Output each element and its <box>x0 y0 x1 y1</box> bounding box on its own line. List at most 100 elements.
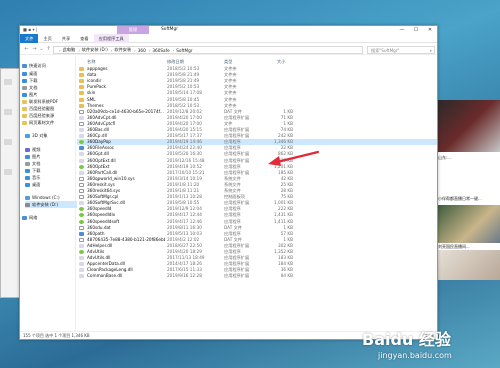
nav-item-label: 3D 对象 <box>32 133 48 138</box>
nav-item-icon <box>25 134 30 138</box>
search-icon[interactable]: ⌕ <box>430 47 432 54</box>
column-size[interactable]: 大小 <box>277 58 285 65</box>
chevron-right-icon: › <box>172 47 175 53</box>
window-title: SoftMgr <box>161 27 179 32</box>
breadcrumb-segment[interactable]: 360Safe <box>152 48 169 53</box>
minimize-button[interactable]: — <box>395 26 409 34</box>
chevron-right-icon: › <box>59 47 61 53</box>
nav-item[interactable]: 桌面 <box>22 70 37 77</box>
nav-item[interactable]: Windows (C:) <box>25 194 60 201</box>
breadcrumb-segment[interactable]: SoftMgr <box>176 48 192 53</box>
tab-share[interactable]: 共享 <box>57 34 75 43</box>
folder-icon <box>79 73 84 78</box>
nav-item[interactable]: 视频 <box>25 146 40 153</box>
file-icon <box>79 250 84 254</box>
column-date[interactable]: 修改日期 <box>167 58 184 65</box>
nav-item[interactable]: 网页素材文件 <box>22 119 54 126</box>
nav-item-icon <box>25 155 30 159</box>
close-button[interactable]: ✕ <box>423 26 437 34</box>
nav-item-label: 百度经验来源 <box>29 113 55 118</box>
file-icon <box>79 164 84 169</box>
app-icon <box>4 139 12 145</box>
breadcrumb-segment[interactable]: 此电脑 <box>63 47 76 53</box>
chevron-right-icon: › <box>134 47 136 53</box>
quick-access-toolbar[interactable]: ■ ▪ ▾ | <box>23 27 37 32</box>
app-icon <box>4 79 12 85</box>
news-caption[interactable]: 小伴帮都直播日常一键... <box>438 196 500 201</box>
nav-item-icon <box>22 114 27 118</box>
file-row[interactable]: CommonBase.dll 2019/9/16 12:28 应用程序扩展 84 KB <box>77 273 437 279</box>
breadcrumb-segment[interactable]: 360 <box>138 48 146 53</box>
nav-item-label: 网络 <box>29 215 38 220</box>
file-explorer-window: ■ ▪ ▾ | 管理 SoftMgr — ☐ ✕ 文件 主页 共享 查看 应用程… <box>19 25 438 340</box>
news-image[interactable] <box>436 205 500 243</box>
nav-item[interactable]: 下载 <box>22 77 37 84</box>
watermark-logo: Baidu 经验 <box>362 330 451 349</box>
chevron-right-icon: › <box>78 47 80 53</box>
file-list: 名称 修改日期 类型 大小 apppages 2018/5/2 10:53 文件夹 d… <box>77 56 437 332</box>
nav-item[interactable]: 百度经验截图 <box>22 105 54 112</box>
breadcrumb-segment[interactable]: 软件安装 <box>114 47 131 53</box>
nav-item[interactable]: 软件安装 (D:) <box>25 201 77 208</box>
address-row: ← → ⌄ ↑ › 此电脑 › 软件安装 (D:) › 软件安装 › 360 ›… <box>20 44 437 55</box>
column-name[interactable]: 名称 <box>87 58 95 65</box>
news-image[interactable] <box>436 100 500 152</box>
nav-item-icon <box>25 176 30 180</box>
recent-dropdown-icon[interactable]: ⌄ <box>38 46 45 53</box>
file-icon <box>79 195 84 200</box>
nav-item[interactable]: 音乐 <box>25 174 40 181</box>
nav-item[interactable]: 下载 <box>25 167 40 174</box>
file-icon <box>79 152 84 157</box>
search-placeholder: 搜索"SoftMgr" <box>371 48 400 53</box>
news-caption[interactable]: 山东:... <box>438 155 500 160</box>
up-icon[interactable]: ↑ <box>45 46 52 53</box>
nav-item[interactable]: 快速访问 <box>22 62 46 69</box>
file-icon <box>79 274 84 279</box>
file-icon <box>79 219 84 224</box>
nav-item[interactable]: 文档 <box>22 84 37 91</box>
tab-file[interactable]: 文件 <box>20 33 39 43</box>
news-caption[interactable]: 刘亮国民直播间... <box>438 244 500 249</box>
file-icon <box>79 140 84 145</box>
nav-item-label: 桌面 <box>32 182 41 187</box>
file-icon <box>79 231 84 236</box>
nav-item[interactable]: 桌面 <box>25 181 40 188</box>
nav-item[interactable]: 联发科系统PDF <box>22 98 58 105</box>
nav-item[interactable]: 百度经验来源 <box>22 112 54 119</box>
file-icon <box>79 146 84 151</box>
breadcrumb-segment[interactable]: 软件安装 (D:) <box>82 47 108 53</box>
nav-item[interactable]: 文档 <box>25 160 40 167</box>
column-type[interactable]: 类型 <box>224 58 232 65</box>
app-icon <box>4 109 12 115</box>
file-icon <box>79 213 84 218</box>
file-icon <box>79 256 84 261</box>
file-type: 应用程序扩展 <box>224 273 250 279</box>
nav-item[interactable]: 图片 <box>22 91 37 98</box>
tab-home[interactable]: 主页 <box>38 34 56 43</box>
news-panel: 山东:... 小伴帮都直播日常一键... 刘亮国民直播间... <box>436 100 500 280</box>
nav-item-label: 图片 <box>32 154 41 159</box>
search-field[interactable]: 搜索"SoftMgr" ⌕ <box>367 46 435 54</box>
folder-icon <box>79 97 84 102</box>
tab-application-tools[interactable]: 应用程序工具 <box>93 33 129 43</box>
forward-icon[interactable]: → <box>31 46 38 53</box>
nav-item-label: 下载 <box>32 168 41 173</box>
nav-item-icon <box>22 72 27 76</box>
nav-item-icon <box>25 148 30 152</box>
nav-item[interactable]: 网络 <box>22 214 37 221</box>
file-icon <box>79 207 84 212</box>
nav-item-label: 音乐 <box>32 175 41 180</box>
nav-item-icon <box>22 64 27 68</box>
maximize-button[interactable]: ☐ <box>409 26 423 34</box>
nav-item[interactable]: 3D 对象 <box>25 132 48 139</box>
news-image[interactable] <box>436 250 500 280</box>
nav-item[interactable]: 图片 <box>25 153 40 160</box>
file-icon <box>79 115 84 120</box>
address-bar[interactable]: › 此电脑 › 软件安装 (D:) › 软件安装 › 360 › 360Safe… <box>53 46 363 54</box>
back-icon[interactable]: ← <box>23 46 30 53</box>
chevron-right-icon: › <box>148 47 151 53</box>
file-icon <box>79 262 84 267</box>
nav-item-icon <box>22 79 27 83</box>
tab-view[interactable]: 查看 <box>75 34 93 43</box>
file-icon <box>79 237 84 242</box>
